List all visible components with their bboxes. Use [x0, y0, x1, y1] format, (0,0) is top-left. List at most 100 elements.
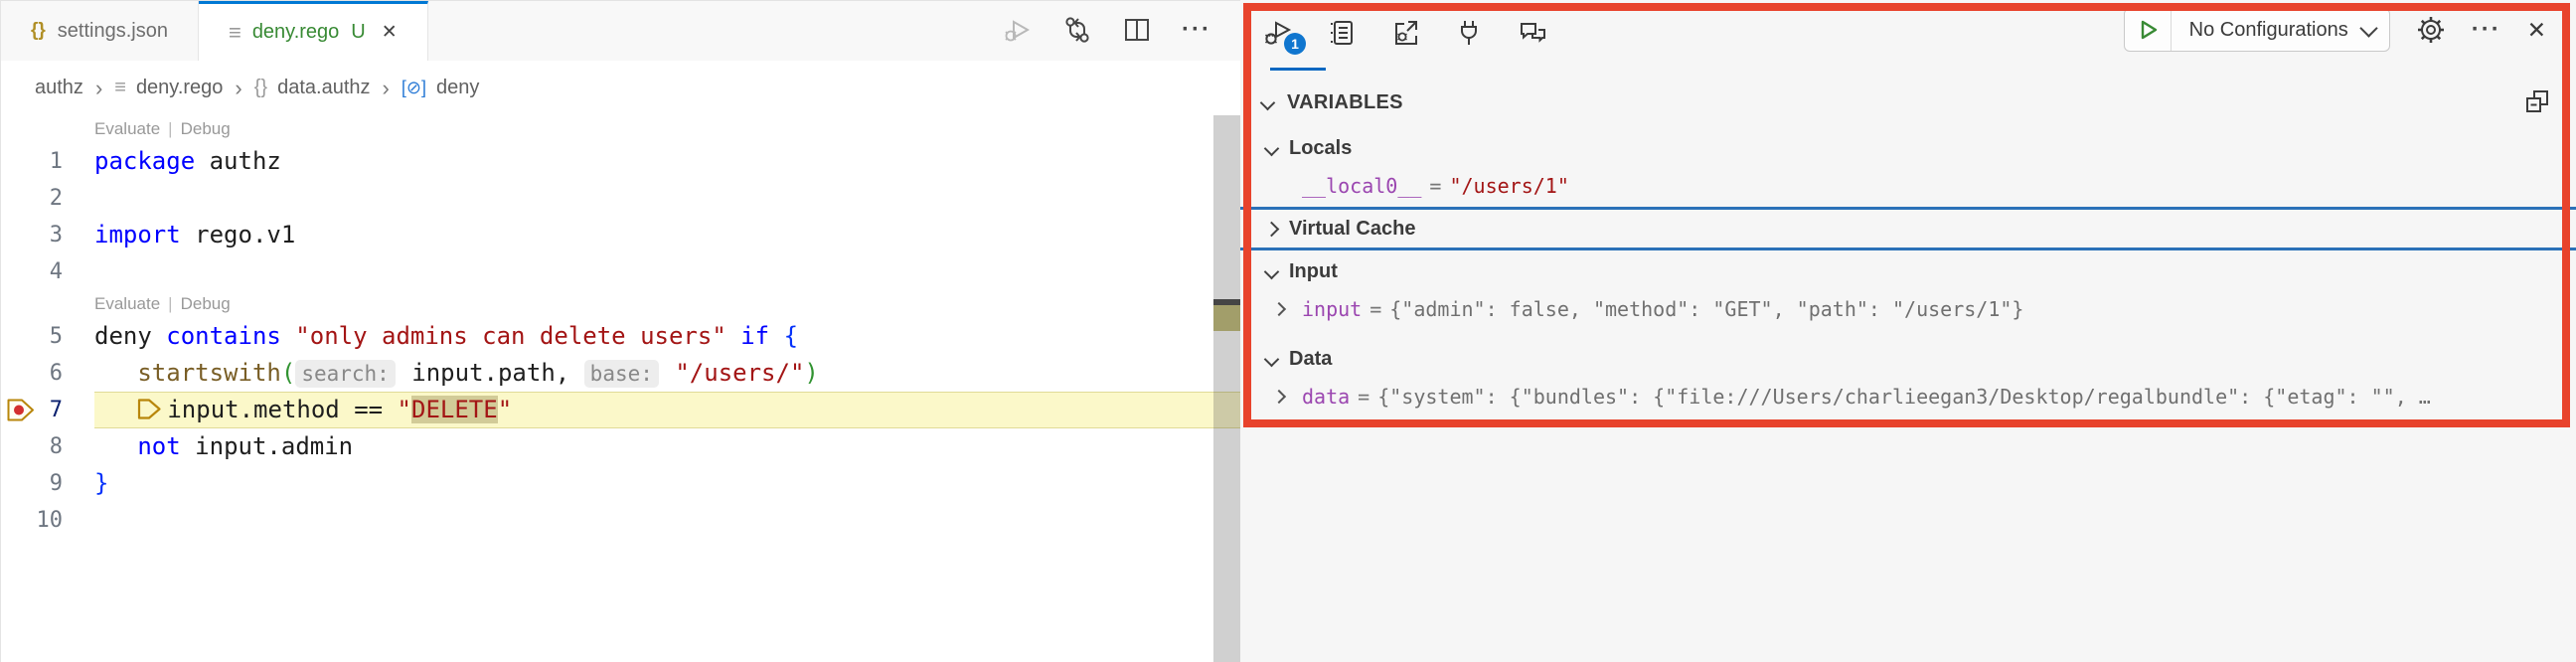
collapse-all-icon[interactable]	[2522, 87, 2552, 122]
code-token: not	[137, 432, 180, 460]
more-actions-icon[interactable]: ···	[1182, 15, 1211, 45]
notebook-tab[interactable]	[1322, 12, 1362, 54]
vertical-scrollbar[interactable]	[1213, 115, 1241, 662]
line-number[interactable]: 8	[1, 434, 63, 459]
start-debug-button[interactable]	[2125, 9, 2172, 51]
codelens-debug-link[interactable]: Debug	[181, 294, 231, 313]
breadcrumb-item-authz[interactable]: authz	[35, 77, 83, 99]
code-token: import	[94, 221, 181, 248]
code-line-5[interactable]: 5 deny contains "only admins can delete u…	[1, 318, 1241, 355]
breadcrumb-item-package[interactable]: data.authz	[277, 77, 370, 99]
line-number[interactable]: 9	[1, 471, 63, 496]
scope-label: Virtual Cache	[1289, 218, 1415, 241]
line-number[interactable]: 5	[1, 324, 63, 349]
gear-icon[interactable]	[2416, 15, 2446, 45]
git-compare-icon[interactable]	[1062, 15, 1092, 45]
config-dropdown[interactable]: No Configurations	[2172, 19, 2389, 42]
code-line-text[interactable]: import rego.v1	[94, 217, 1241, 253]
code-token: contains	[166, 322, 281, 350]
code-token: input.admin	[181, 432, 353, 460]
gutter[interactable]: 4	[1, 253, 94, 290]
code-line-text[interactable]: }	[94, 465, 1241, 502]
tab-label: settings.json	[58, 20, 168, 43]
breadcrumb-item-file[interactable]: deny.rego	[136, 77, 223, 99]
code-line-9[interactable]: 9}	[1, 465, 1241, 502]
line-number[interactable]: 2	[1, 186, 63, 211]
codelens-debug-link[interactable]: Debug	[181, 119, 231, 138]
comments-tab[interactable]	[1513, 12, 1552, 54]
line-number[interactable]: 1	[1, 149, 63, 174]
variable-row-data[interactable]: data={"system": {"bundles": {"file:///Us…	[1240, 378, 2576, 415]
code-token: "	[398, 396, 411, 423]
code-line-text[interactable]	[94, 502, 1241, 539]
close-panel-icon[interactable]: ✕	[2527, 17, 2546, 44]
chevron-right-icon: ›	[235, 76, 242, 101]
variable-name: input	[1302, 297, 1362, 321]
variables-section-header[interactable]: VARIABLES	[1240, 85, 2576, 119]
code-line-text[interactable]	[94, 180, 1241, 217]
scope-header-data[interactable]: Data	[1240, 340, 2576, 378]
scope-header-locals[interactable]: Locals	[1240, 129, 2576, 167]
code-line-text[interactable]: deny contains "only admins can delete us…	[94, 318, 1241, 355]
equals-sign: =	[1429, 174, 1441, 198]
scope-header-virtual-cache[interactable]: Virtual Cache	[1240, 207, 2576, 250]
code-line-6[interactable]: 6 startswith(search: input.path, base: "…	[1, 355, 1241, 392]
variable-row-input[interactable]: input={"admin": false, "method": "GET", …	[1240, 290, 2576, 328]
run-and-debug-tab[interactable]: 1	[1258, 12, 1298, 54]
code-token: startswith	[137, 359, 281, 387]
code-line-4[interactable]: 4	[1, 253, 1241, 290]
ports-tab[interactable]	[1449, 12, 1489, 54]
panel-more-actions-icon[interactable]: ···	[2472, 15, 2501, 45]
variable-row-__local0__[interactable]: __local0__="/users/1"	[1240, 167, 2576, 205]
play-icon	[2135, 17, 2161, 43]
code-line-text[interactable]	[94, 253, 1241, 290]
gutter[interactable]: 2	[1, 180, 94, 217]
code-token: DELETE	[411, 396, 498, 423]
gutter[interactable]: 7	[1, 392, 94, 428]
code-line-text[interactable]: input.method == "DELETE"	[94, 392, 1241, 428]
chevron-down-icon	[1264, 351, 1280, 367]
variables-scope: Inputinput={"admin": false, "method": "G…	[1240, 252, 2576, 328]
code-line-10[interactable]: 10	[1, 502, 1241, 539]
gutter[interactable]: 3	[1, 217, 94, 253]
codelens-evaluate-link[interactable]: Evaluate	[94, 119, 160, 138]
gutter[interactable]: 5	[1, 318, 94, 355]
scope-header-input[interactable]: Input	[1240, 252, 2576, 290]
split-editor-icon[interactable]	[1122, 15, 1152, 45]
code-line-2[interactable]: 2	[1, 180, 1241, 217]
breakpoint-hit-icon[interactable]	[6, 397, 36, 423]
codelens-separator: |	[168, 294, 172, 313]
gutter[interactable]: 8	[1, 428, 94, 465]
line-number[interactable]: 6	[1, 361, 63, 386]
plug-icon	[1454, 18, 1484, 48]
tab-settings-json[interactable]: {} settings.json	[1, 1, 199, 61]
breadcrumb-item-rule[interactable]: deny	[436, 77, 479, 99]
codelens-evaluate-link[interactable]: Evaluate	[94, 294, 160, 313]
code-line-8[interactable]: 8 not input.admin	[1, 428, 1241, 465]
code-line-1[interactable]: 1 package authz	[1, 143, 1241, 180]
editor-group: {} settings.json ≡ deny.rego U ✕ ···	[0, 0, 1241, 662]
gutter[interactable]: 10	[1, 502, 94, 539]
variable-value: {"admin": false, "method": "GET", "path"…	[1389, 297, 2023, 321]
tab-deny-rego[interactable]: ≡ deny.rego U ✕	[199, 1, 428, 62]
line-number[interactable]: 4	[1, 259, 63, 284]
close-tab-icon[interactable]: ✕	[382, 21, 398, 44]
code-line-text[interactable]: startswith(search: input.path, base: "/u…	[94, 355, 1241, 392]
run-debug-icon[interactable]	[1003, 15, 1033, 45]
gutter[interactable]: 1	[1, 143, 94, 180]
gutter[interactable]: 9	[1, 465, 94, 502]
code-line-text[interactable]: not input.admin	[94, 428, 1241, 465]
line-number[interactable]: 3	[1, 223, 63, 248]
line-number[interactable]: 10	[1, 508, 63, 533]
code-line-7[interactable]: 7 input.method == "DELETE"	[1, 392, 1241, 428]
chevron-down-icon	[1264, 140, 1280, 156]
code-editor[interactable]: Evaluate | Debug 1 package authz 2 3 import reg…	[1, 115, 1241, 662]
variables-scope: Virtual Cache	[1240, 207, 2576, 250]
gutter[interactable]: 6	[1, 355, 94, 392]
debug-console-tab[interactable]	[1385, 12, 1425, 54]
config-dropdown-label: No Configurations	[2189, 19, 2348, 42]
scope-label: Locals	[1289, 137, 1352, 160]
chevron-right-icon: ›	[95, 76, 102, 101]
code-line-3[interactable]: 3 import rego.v1	[1, 217, 1241, 253]
code-line-text[interactable]: package authz	[94, 143, 1241, 180]
